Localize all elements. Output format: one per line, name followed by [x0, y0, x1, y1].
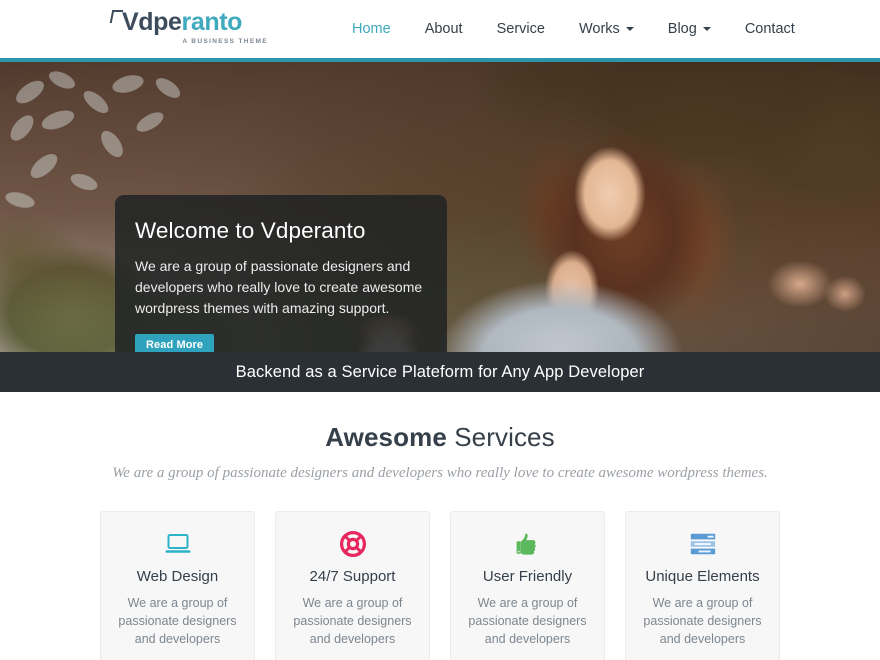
- nav-label: Contact: [744, 21, 795, 37]
- services-section: Awesome Services We are a group of passi…: [0, 392, 880, 660]
- tagline-bar: Backend as a Service Plateform for Any A…: [0, 352, 880, 392]
- service-card-title: Unique Elements: [645, 568, 760, 585]
- site-logo[interactable]: Vdperanto A BUSINESS THEME: [110, 9, 270, 45]
- laptop-icon: [112, 529, 243, 559]
- nav-item-blog[interactable]: Blog: [668, 21, 711, 37]
- nav-item-home[interactable]: Home: [352, 21, 391, 37]
- nav-label: Home: [352, 21, 391, 37]
- service-card-user-friendly[interactable]: User Friendly We are a group of passiona…: [450, 511, 605, 660]
- service-card-text: We are a group of passionate designers a…: [293, 596, 412, 646]
- service-card-support[interactable]: 24/7 Support We are a group of passionat…: [275, 511, 430, 660]
- logo-row: Vdperanto: [110, 9, 270, 35]
- service-card-title: 24/7 Support: [309, 568, 396, 585]
- services-heading-rest: Services: [446, 422, 555, 452]
- server-list-icon: [637, 529, 768, 559]
- chevron-down-icon: [702, 27, 711, 31]
- nav-label: Service: [496, 21, 545, 37]
- service-card-web-design[interactable]: Web Design We are a group of passionate …: [100, 511, 255, 660]
- hero-body-text: We are a group of passionate designers a…: [135, 258, 423, 316]
- logo-text-dark: Vdpe: [122, 8, 182, 36]
- service-card-title: Web Design: [136, 568, 219, 585]
- logo-tagline: A BUSINESS THEME: [182, 38, 268, 45]
- logo-text-accent: ranto: [181, 8, 243, 36]
- main-navigation: Home About Service Works Blog Contact: [352, 0, 795, 58]
- read-more-button[interactable]: Read More: [135, 334, 215, 352]
- service-card-title: User Friendly: [482, 568, 573, 585]
- service-card-text: We are a group of passionate designers a…: [118, 596, 237, 646]
- thumbs-up-icon: [462, 529, 593, 559]
- services-heading-bold: Awesome: [325, 422, 447, 452]
- services-card-grid: Web Design We are a group of passionate …: [0, 511, 880, 660]
- nav-label: About: [424, 21, 463, 37]
- nav-item-about[interactable]: About: [425, 21, 463, 37]
- corner-bracket-icon: [110, 10, 121, 23]
- lifebuoy-icon: [287, 529, 418, 559]
- logo-wordmark: Vdperanto: [122, 9, 242, 35]
- tagline-text: Backend as a Service Plateform for Any A…: [235, 362, 645, 381]
- hero-text-card: Welcome to Vdperanto We are a group of p…: [115, 195, 447, 352]
- nav-item-works[interactable]: Works: [579, 21, 634, 37]
- nav-label: Works: [578, 21, 620, 37]
- service-card-text: We are a group of passionate designers a…: [643, 596, 762, 646]
- services-heading: Awesome Services: [0, 422, 880, 453]
- site-header: Vdperanto A BUSINESS THEME Home About Se…: [0, 0, 880, 62]
- chevron-down-icon: [625, 27, 634, 31]
- services-subtitle: We are a group of passionate designers a…: [112, 465, 768, 481]
- service-card-unique-elements[interactable]: Unique Elements We are a group of passio…: [625, 511, 780, 660]
- hero-title: Welcome to Vdperanto: [135, 218, 366, 243]
- nav-label: Blog: [667, 21, 697, 37]
- nav-item-service[interactable]: Service: [497, 21, 545, 37]
- service-card-text: We are a group of passionate designers a…: [468, 596, 587, 646]
- hero-banner: Welcome to Vdperanto We are a group of p…: [0, 62, 880, 352]
- nav-item-contact[interactable]: Contact: [745, 21, 795, 37]
